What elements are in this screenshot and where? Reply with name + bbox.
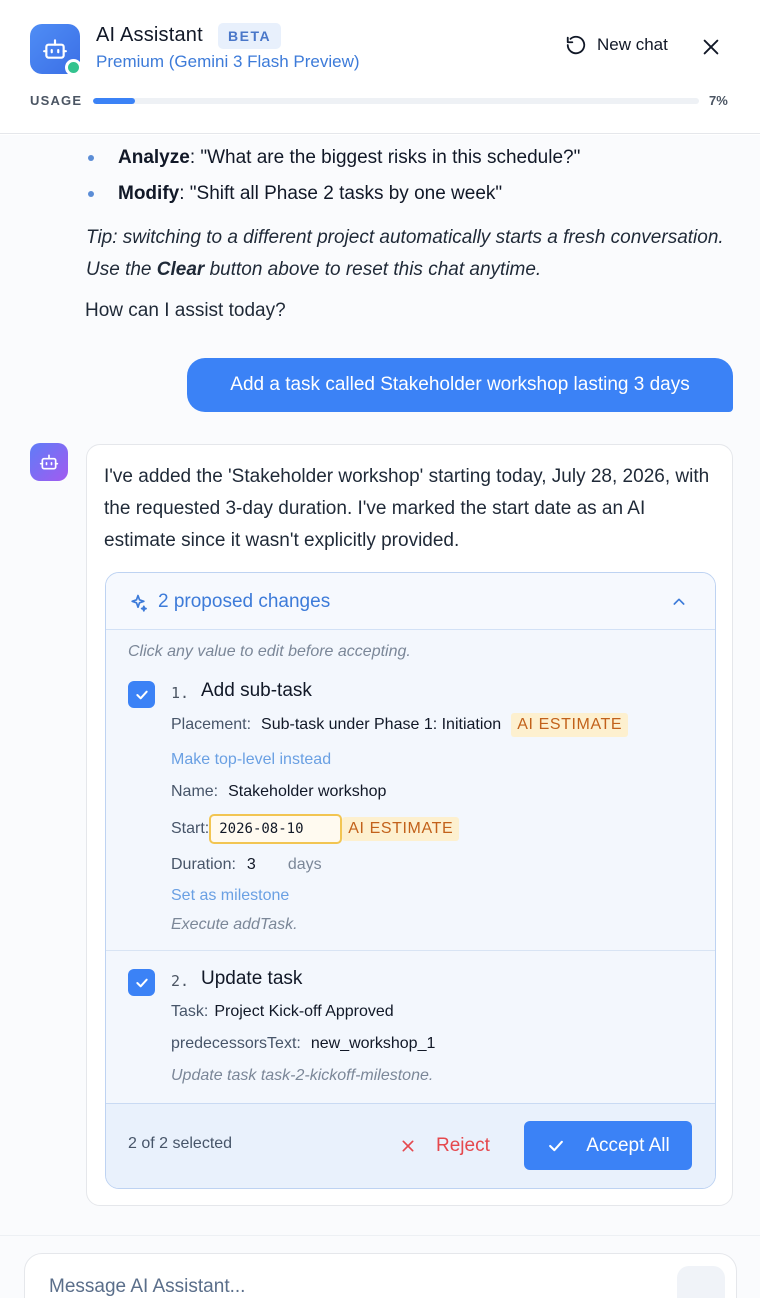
change-2-action: Update task task-2-kickoff-milestone.	[171, 1067, 434, 1084]
assistant-message-text: I've added the 'Stakeholder workshop' st…	[104, 466, 710, 551]
ai-estimate-badge: AI ESTIMATE	[342, 817, 460, 841]
bullet-dot	[88, 191, 94, 197]
model-name: Premium (Gemini 3 Flash Preview)	[96, 52, 360, 71]
divider	[106, 950, 715, 951]
duration-label: Duration:	[171, 856, 236, 873]
user-message-bubble: Add a task called Stakeholder workshop l…	[187, 358, 733, 412]
accept-all-button[interactable]: Accept All	[524, 1121, 692, 1170]
proposed-changes-panel: 2 proposed changes Click any value to ed…	[105, 572, 716, 1189]
change-1-title: Add sub-task	[201, 680, 312, 701]
refresh-icon	[566, 35, 586, 55]
change-1-action: Execute addTask.	[171, 916, 298, 933]
make-top-level-link[interactable]: Make top-level instead	[171, 751, 331, 769]
name-row: Name: Stakeholder workshop	[171, 783, 386, 801]
send-button[interactable]	[677, 1266, 725, 1298]
changes-footer: 2 of 2 selected Reject Accept All	[106, 1103, 715, 1188]
usage-label: USAGE	[30, 93, 83, 108]
change-2-title: Update task	[201, 968, 303, 989]
new-chat-label: New chat	[597, 35, 668, 54]
start-date-input[interactable]	[209, 814, 343, 844]
reject-label: Reject	[436, 1135, 490, 1156]
proposed-changes-header[interactable]: 2 proposed changes	[106, 573, 715, 630]
predecessors-row: predecessorsText: new_workshop_1	[171, 1035, 435, 1053]
reject-button[interactable]: Reject	[400, 1135, 490, 1157]
edit-hint: Click any value to edit before accepting…	[128, 643, 411, 660]
check-icon	[549, 1140, 564, 1151]
placement-row: Placement: Sub-task under Phase 1: Initi…	[171, 713, 629, 737]
list-item-text: : "What are the biggest risks in this sc…	[189, 147, 581, 168]
name-value[interactable]: Stakeholder workshop	[228, 783, 386, 801]
predecessors-label: predecessorsText:	[171, 1035, 301, 1052]
assistant-header: AI Assistant BETA Premium (Gemini 3 Flas…	[0, 0, 760, 134]
assistant-avatar	[30, 443, 68, 481]
list-item-keyword: Modify	[118, 183, 180, 204]
task-value[interactable]: Project Kick-off Approved	[214, 1003, 393, 1021]
change-1-checkbox[interactable]	[128, 681, 155, 708]
change-2-number: 2.	[171, 972, 190, 990]
new-chat-button[interactable]: New chat	[565, 34, 668, 56]
placement-value[interactable]: Sub-task under Phase 1: Initiation	[261, 716, 501, 734]
sparkle-icon	[131, 594, 147, 612]
list-item: Analyze: "What are the biggest risks in …	[88, 147, 580, 169]
usage-progress-bar	[93, 98, 699, 104]
placement-label: Placement:	[171, 716, 252, 733]
bullet-dot	[88, 155, 94, 161]
beta-badge: BETA	[218, 23, 282, 49]
list-item-keyword: Analyze	[118, 147, 190, 168]
duration-value[interactable]: 3	[247, 856, 256, 874]
set-milestone-link[interactable]: Set as milestone	[171, 887, 289, 905]
robot-icon	[39, 454, 59, 470]
message-composer[interactable]	[24, 1253, 737, 1298]
ai-estimate-badge: AI ESTIMATE	[511, 713, 629, 737]
usage-progress-fill	[93, 98, 136, 104]
task-label: Task:	[171, 1003, 209, 1020]
list-item-text: : "Shift all Phase 2 tasks by one week"	[179, 183, 503, 204]
assistant-title: AI Assistant	[96, 24, 203, 46]
message-input[interactable]	[49, 1270, 649, 1298]
accept-all-label: Accept All	[586, 1134, 670, 1156]
start-row: Start: AI ESTIMATE	[171, 814, 460, 844]
tip-suffix: button above to reset this chat anytime.	[204, 259, 542, 280]
close-button[interactable]	[700, 36, 722, 58]
chevron-up-icon[interactable]	[671, 594, 687, 610]
check-icon	[135, 690, 148, 699]
start-label: Start:	[171, 820, 210, 837]
robot-icon	[43, 39, 67, 59]
tip-text: Tip: switching to a different project au…	[86, 222, 726, 286]
assistant-prompt-text: How can I assist today?	[85, 300, 286, 321]
name-label: Name:	[171, 783, 219, 800]
close-icon	[402, 1140, 414, 1152]
selected-count: 2 of 2 selected	[128, 1135, 233, 1152]
proposed-changes-title: 2 proposed changes	[158, 591, 331, 612]
change-1-number: 1.	[171, 684, 190, 702]
task-row: Task: Project Kick-off Approved	[171, 1003, 394, 1021]
assistant-message-card: I've added the 'Stakeholder workshop' st…	[86, 444, 733, 1206]
close-icon	[703, 39, 719, 55]
change-2-checkbox[interactable]	[128, 969, 155, 996]
composer-area	[0, 1235, 760, 1298]
online-status-dot	[65, 59, 82, 76]
list-item: Modify: "Shift all Phase 2 tasks by one …	[88, 183, 502, 205]
user-message-text: Add a task called Stakeholder workshop l…	[230, 374, 690, 395]
duration-row: Duration: 3 days	[171, 856, 322, 874]
duration-unit: days	[287, 856, 322, 873]
tip-clear-keyword: Clear	[156, 259, 205, 280]
predecessors-value[interactable]: new_workshop_1	[311, 1035, 436, 1053]
usage-percent: 7%	[709, 93, 728, 108]
check-icon	[135, 978, 148, 987]
